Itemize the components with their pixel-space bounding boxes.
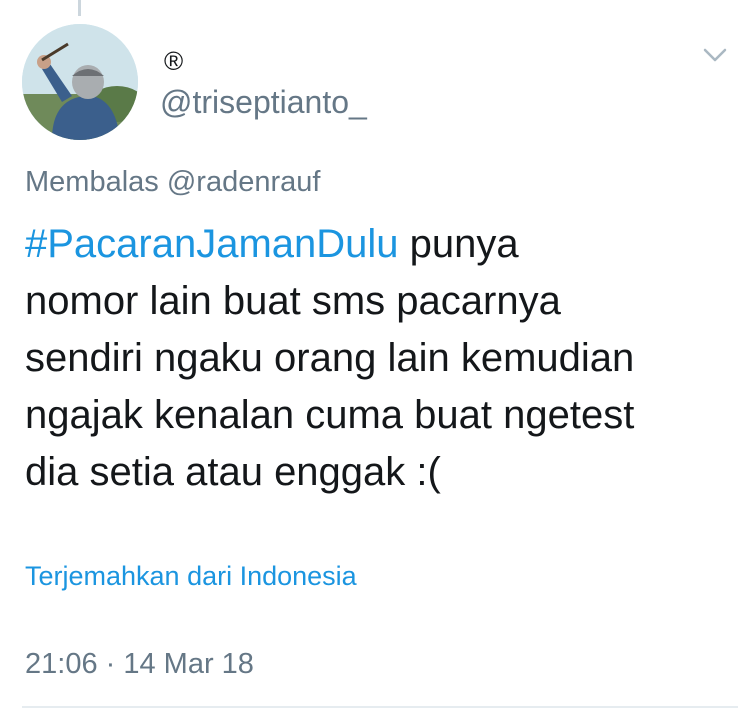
reply-mention-link[interactable]: @radenrauf — [167, 166, 321, 198]
reply-prefix: Membalas — [25, 166, 159, 198]
display-name[interactable]: ® — [164, 46, 183, 76]
thread-connector-line — [78, 0, 81, 16]
tweet-line-3: sendiri ngaku orang lain kemudian — [25, 336, 635, 380]
tweet-body: #PacaranJamanDulu punya nomor lain buat … — [25, 216, 740, 501]
tweet-line-5: dia setia atau enggak :( — [25, 450, 441, 494]
chevron-down-icon[interactable] — [702, 44, 728, 66]
tweet-line-1-text: punya — [398, 222, 519, 266]
divider — [22, 706, 738, 708]
translate-tweet-link[interactable]: Terjemahkan dari Indonesia — [25, 558, 357, 594]
avatar-photo — [22, 24, 138, 140]
tweet-line-4: ngajak kenalan cuma buat ngetest — [25, 393, 635, 437]
tweet-line-1: #PacaranJamanDulu punya — [25, 216, 740, 273]
user-handle[interactable]: @triseptianto_ — [160, 82, 367, 122]
hashtag-link[interactable]: #PacaranJamanDulu — [25, 222, 399, 266]
tweet-line-2: nomor lain buat sms pacarnya — [25, 279, 561, 323]
avatar[interactable] — [22, 24, 138, 140]
reply-context: Membalas @radenrauf — [25, 164, 320, 200]
tweet-timestamp[interactable]: 21:06 · 14 Mar 18 — [25, 646, 254, 682]
